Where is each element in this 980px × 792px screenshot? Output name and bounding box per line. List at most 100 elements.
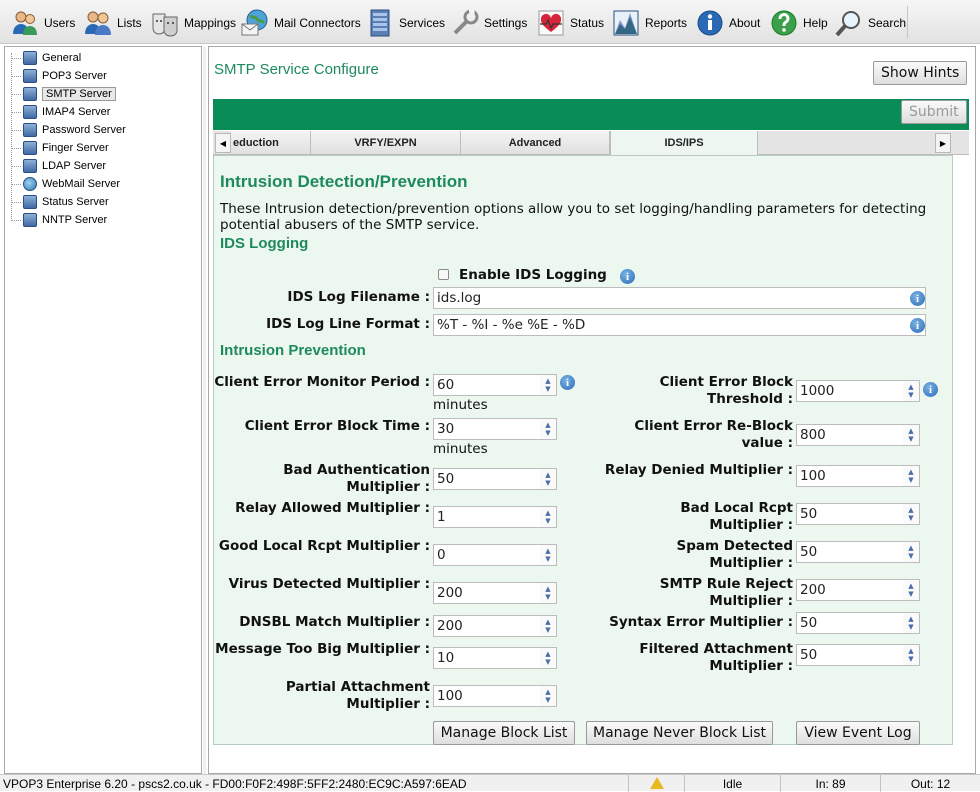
state-text: Idle [684,775,780,792]
sidebar-item-webmail[interactable]: WebMail Server [11,176,121,192]
manage-block-list-button[interactable]: Manage Block List [433,721,575,745]
spinner-arrows-icon[interactable]: ▲ ▼ [540,648,556,668]
sidebar-item-pop3[interactable]: POP3 Server [11,68,107,84]
sidebar-item-nntp[interactable]: NNTP Server [11,212,107,228]
spinner-arrows-icon[interactable]: ▲ ▼ [540,419,556,439]
server-icon [23,213,37,227]
relay-allowed-multiplier-input[interactable]: 1 ▲ ▼ [433,506,557,528]
spinner-arrows-icon[interactable]: ▲ ▼ [540,616,556,636]
spinner-arrows-icon[interactable]: ▲ ▼ [903,381,919,401]
manage-never-block-list-button[interactable]: Manage Never Block List [586,721,773,745]
sidebar-item-label: IMAP4 Server [42,106,111,118]
info-icon[interactable]: i [910,291,925,306]
spinner-arrows-icon[interactable]: ▲ ▼ [903,645,919,665]
field-value: 1 [437,509,446,525]
dnsbl-match-multiplier-input[interactable]: 200 ▲ ▼ [433,615,557,637]
sidebar-item-finger[interactable]: Finger Server [11,140,109,156]
info-icon[interactable]: i [560,375,575,390]
toolbar-services-button[interactable]: Services [365,6,445,40]
field-value: 1000 [800,383,835,399]
spinner-arrows-icon[interactable]: ▲ ▼ [903,613,919,633]
tab-advanced[interactable]: Advanced [461,131,610,154]
smtp-rule-reject-multiplier-label: SMTP Rule Reject Multiplier : [659,576,793,609]
sidebar-item-smtp[interactable]: SMTP Server [11,86,116,102]
bad-authentication-multiplier-input[interactable]: 50 ▲ ▼ [433,468,557,490]
toolbar-mail-connectors-button[interactable]: Mail Connectors [240,6,361,40]
sidebar-item-status[interactable]: Status Server [11,194,109,210]
enable-ids-logging-checkbox[interactable] [438,269,449,280]
toolbar-search-button[interactable]: Search [834,6,906,40]
info-icon[interactable]: i [910,318,925,333]
toolbar-status-button[interactable]: Status [536,6,604,40]
sidebar-tree: General POP3 Server SMTP Server IMAP4 Se… [4,46,202,774]
toolbar-about-button[interactable]: About [695,6,760,40]
spinner-arrows-icon[interactable]: ▲ ▼ [540,686,556,706]
services-icon [365,8,395,38]
show-hints-button[interactable]: Show Hints [873,61,968,85]
ids-log-filename-input[interactable]: ids.log [433,287,926,309]
info-icon[interactable]: i [923,382,938,397]
tab-scroll-right-button[interactable]: ▶ [935,133,951,153]
bad-local-rcpt-multiplier-input[interactable]: 50 ▲ ▼ [796,503,920,525]
partial-attachment-multiplier-input[interactable]: 100 ▲ ▼ [433,685,557,707]
syntax-error-multiplier-input[interactable]: 50 ▲ ▼ [796,612,920,634]
spam-detected-multiplier-input[interactable]: 50 ▲ ▼ [796,541,920,563]
field-value: 0 [437,547,446,563]
toolbar-settings-button[interactable]: Settings [450,6,527,40]
sidebar-item-imap4[interactable]: IMAP4 Server [11,104,111,120]
toolbar-users-button[interactable]: Users [10,6,75,40]
sidebar-item-ldap[interactable]: LDAP Server [11,158,106,174]
about-icon [695,8,725,38]
client-error-block-threshold-label: Client Error Block Threshold : [659,374,793,407]
spinner-arrows-icon[interactable]: ▲ ▼ [903,466,919,486]
ids-log-line-format-value: %T - %I - %e %E - %D [437,317,586,333]
view-event-log-button[interactable]: View Event Log [796,721,920,745]
submit-button[interactable]: Submit [901,100,967,124]
spinner-arrows-icon[interactable]: ▲ ▼ [903,504,919,524]
filtered-attachment-multiplier-input[interactable]: 50 ▲ ▼ [796,644,920,666]
field-value: 200 [437,618,463,634]
toolbar-reports-button[interactable]: Reports [611,6,687,40]
ids-log-filename-label: IDS Log Filename : [287,289,430,305]
spinner-arrows-icon[interactable]: ▲ ▼ [540,583,556,603]
toolbar-help-button[interactable]: Help [769,6,828,40]
pane-splitter[interactable] [203,46,206,774]
sidebar-item-password[interactable]: Password Server [11,122,126,138]
relay-denied-multiplier-input[interactable]: 100 ▲ ▼ [796,465,920,487]
good-local-rcpt-multiplier-input[interactable]: 0 ▲ ▼ [433,544,557,566]
tab-ids-ips[interactable]: IDS/IPS [610,131,758,155]
sidebar-item-label: SMTP Server [42,87,116,101]
sidebar-item-general[interactable]: General [11,50,81,66]
smtp-rule-reject-multiplier-input[interactable]: 200 ▲ ▼ [796,579,920,601]
message-too-big-multiplier-input[interactable]: 10 ▲ ▼ [433,647,557,669]
spinner-arrows-icon[interactable]: ▲ ▼ [540,545,556,565]
info-icon[interactable]: i [620,269,635,284]
toolbar-mappings-button[interactable]: Mappings [150,6,236,40]
field-value: 200 [437,585,463,601]
tab-reduction[interactable]: eduction [231,131,311,154]
sidebar-item-label: WebMail Server [42,178,121,190]
virus-detected-multiplier-input[interactable]: 200 ▲ ▼ [433,582,557,604]
spinner-arrows-icon[interactable]: ▲ ▼ [540,375,556,395]
spinner-arrows-icon[interactable]: ▲ ▼ [903,425,919,445]
client-error-monitor-period-input[interactable]: 60 ▲ ▼ [433,374,557,396]
ids-log-line-format-input[interactable]: %T - %I - %e %E - %D [433,314,926,336]
syntax-error-multiplier-label: Syntax Error Multiplier : [609,614,793,630]
spinner-arrows-icon[interactable]: ▲ ▼ [903,580,919,600]
filtered-attachment-multiplier-label: Filtered Attachment Multiplier : [639,641,793,674]
virus-detected-multiplier-label: Virus Detected Multiplier : [228,576,430,592]
reports-icon [611,8,641,38]
toolbar-lists-button[interactable]: Lists [83,6,142,40]
tab-scroll-left-button[interactable]: ◀ [215,133,231,153]
client-error-block-threshold-input[interactable]: 1000 ▲ ▼ [796,380,920,402]
spinner-arrows-icon[interactable]: ▲ ▼ [540,469,556,489]
toolbar-reports-label: Reports [645,16,688,30]
spinner-arrows-icon[interactable]: ▲ ▼ [540,507,556,527]
client-error-block-time-input[interactable]: 30 ▲ ▼ [433,418,557,440]
spinner-arrows-icon[interactable]: ▲ ▼ [903,542,919,562]
client-error-reblock-value-input[interactable]: 800 ▲ ▼ [796,424,920,446]
tab-vrfy-expn[interactable]: VRFY/EXPN [311,131,461,154]
server-icon [23,123,37,137]
partial-attachment-multiplier-label: Partial Attachment Multiplier : [285,679,430,712]
app-info-text: VPOP3 Enterprise 6.20 - pscs2.co.uk - FD… [3,776,467,791]
